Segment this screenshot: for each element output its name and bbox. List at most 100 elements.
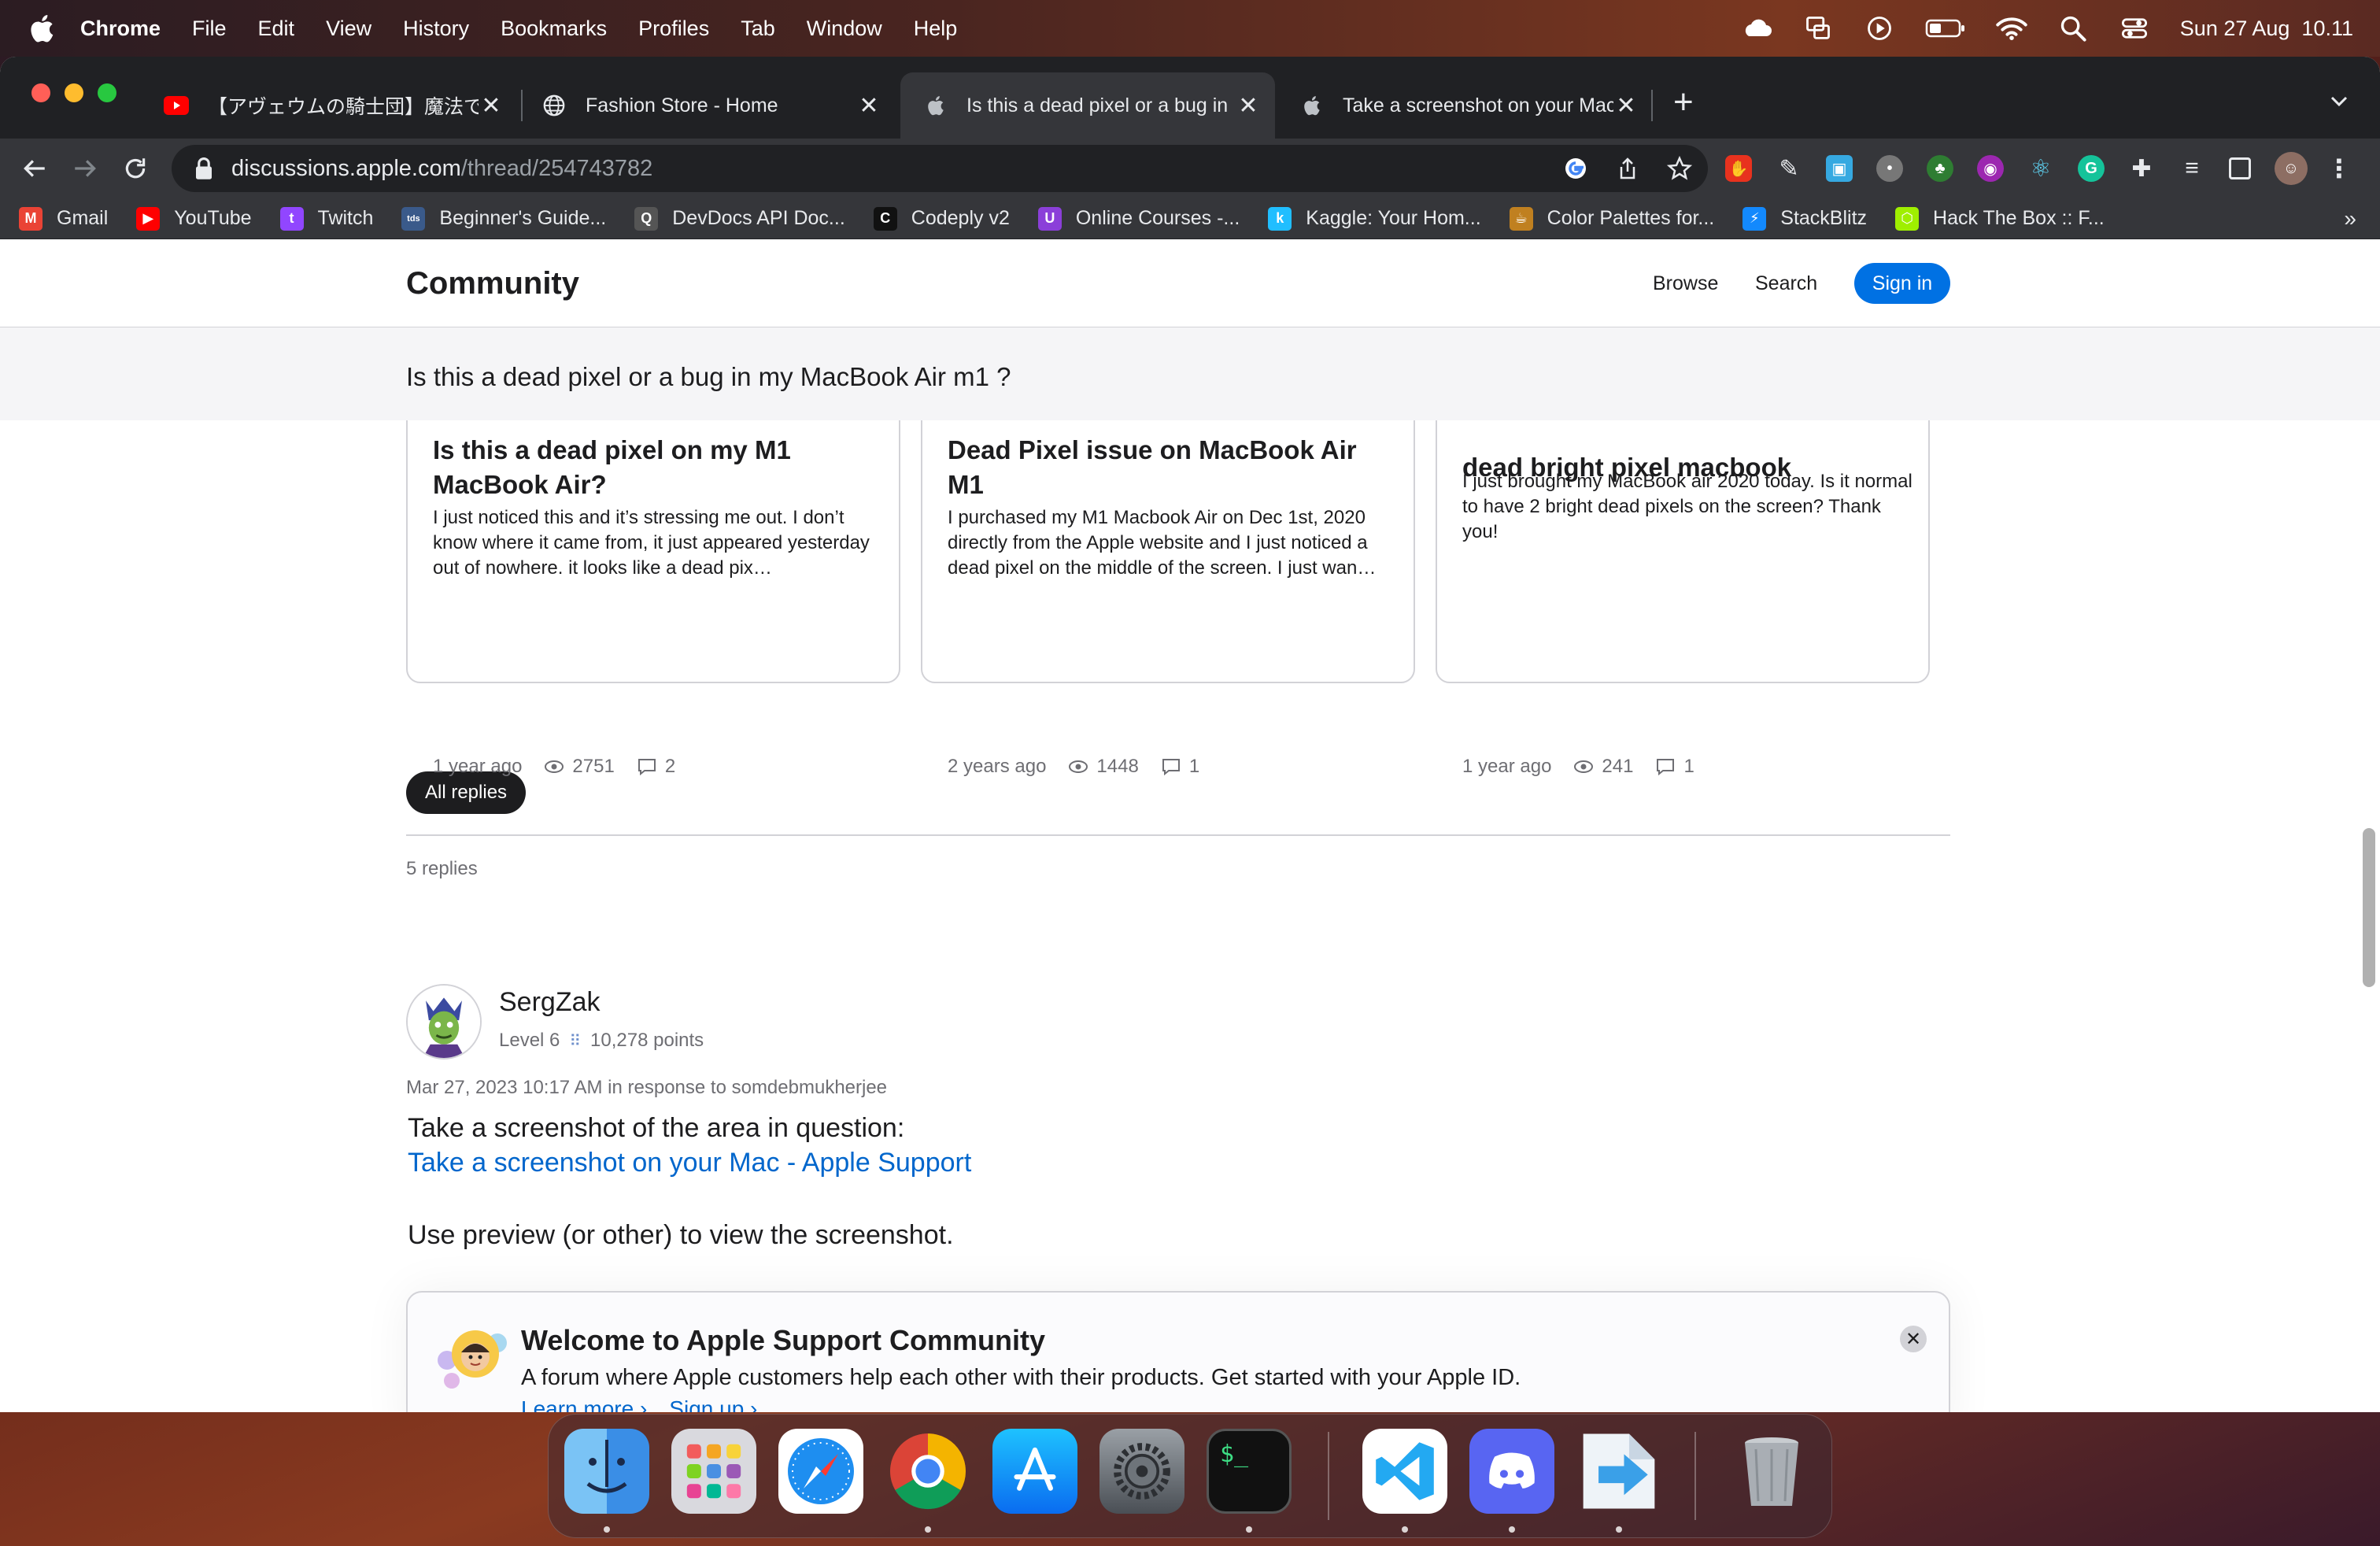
google-lens-icon[interactable]: [1563, 156, 1588, 181]
screenshot-extension-icon[interactable]: ▣: [1826, 155, 1853, 182]
back-icon[interactable]: [17, 151, 52, 186]
close-icon[interactable]: ✕: [1900, 1326, 1927, 1352]
adblock-extension-icon[interactable]: ✋: [1725, 155, 1752, 182]
dock-separator: [1328, 1432, 1329, 1520]
bookmark-star-icon[interactable]: [1667, 156, 1692, 181]
menu-help[interactable]: Help: [914, 17, 958, 41]
launchpad-icon[interactable]: [671, 1429, 756, 1514]
forward-icon[interactable]: [68, 151, 102, 186]
chrome-icon[interactable]: [885, 1429, 970, 1514]
side-panel-icon[interactable]: [2229, 157, 2251, 179]
sign-in-button[interactable]: Sign in: [1854, 263, 1950, 304]
menu-window[interactable]: Window: [807, 17, 882, 41]
thread-title-bar: Is this a dead pixel or a bug in my MacB…: [0, 327, 2380, 420]
extensions-puzzle-icon[interactable]: ✚: [2128, 155, 2155, 182]
more-bookmarks-chevron-icon[interactable]: »: [2344, 206, 2356, 231]
lock-icon[interactable]: [194, 157, 214, 180]
play-status-icon[interactable]: [1864, 14, 1895, 43]
menu-edit[interactable]: Edit: [258, 17, 295, 41]
post-author-name[interactable]: SergZak: [499, 987, 601, 1018]
menu-file[interactable]: File: [192, 17, 227, 41]
bookmark-item[interactable]: ▶ YouTube: [136, 206, 252, 231]
tab-youtube[interactable]: 【アヴェウムの騎士団】魔法で ✕: [142, 72, 518, 139]
system-settings-icon[interactable]: [1099, 1429, 1184, 1514]
tree-extension-icon[interactable]: ♣: [1927, 155, 1953, 182]
menu-profiles[interactable]: Profiles: [638, 17, 709, 41]
control-center-icon[interactable]: [2119, 14, 2150, 43]
wifi-icon[interactable]: [1996, 14, 2027, 43]
finder-icon[interactable]: [564, 1429, 649, 1514]
menu-bookmarks[interactable]: Bookmarks: [501, 17, 607, 41]
safari-icon[interactable]: [778, 1429, 863, 1514]
bookmark-item[interactable]: Q DevDocs API Doc...: [634, 206, 845, 231]
tab-screenshot-support[interactable]: Take a screenshot on your Mac ✕: [1277, 72, 1653, 139]
bookmark-item[interactable]: C Codeply v2: [873, 206, 1010, 231]
menu-app-name[interactable]: Chrome: [80, 17, 161, 41]
url-path: /thread/254743782: [460, 155, 653, 181]
reload-icon[interactable]: [118, 151, 153, 186]
chrome-menu-icon[interactable]: ⋮: [2326, 154, 2352, 183]
support-article-link[interactable]: Take a screenshot on your Mac - Apple Su…: [408, 1148, 971, 1178]
close-window-button[interactable]: [31, 83, 50, 102]
tab-fashion-store[interactable]: Fashion Store - Home ✕: [519, 72, 896, 139]
running-indicator: [604, 1526, 610, 1533]
avatar[interactable]: [406, 984, 482, 1060]
menu-history[interactable]: History: [403, 17, 469, 41]
wave-extension-icon[interactable]: ◉: [1977, 155, 2004, 182]
bookmark-item[interactable]: tds Beginner's Guide...: [401, 206, 606, 231]
bookmark-item[interactable]: ⚡ StackBlitz: [1743, 206, 1867, 231]
page-scrollbar[interactable]: [2363, 828, 2375, 987]
card-age: 2 years ago: [948, 756, 1047, 777]
menu-view[interactable]: View: [326, 17, 371, 41]
bookmark-item[interactable]: U Online Courses -...: [1037, 206, 1240, 231]
tab-search-chevron-icon[interactable]: [2326, 88, 2352, 113]
terminal-prompt-glyph: $_: [1220, 1441, 1249, 1468]
bookmark-item[interactable]: M Gmail: [19, 206, 108, 231]
new-tab-button[interactable]: +: [1673, 85, 1694, 120]
close-tab-icon[interactable]: ✕: [479, 92, 504, 120]
menubar-clock[interactable]: Sun 27 Aug 10.11: [2180, 17, 2353, 41]
apple-menu-icon[interactable]: [27, 13, 55, 44]
menu-tab[interactable]: Tab: [741, 17, 775, 41]
bookmark-item[interactable]: t Twitch: [279, 206, 373, 231]
tab-active-thread[interactable]: Is this a dead pixel or a bug in ✕: [900, 72, 1275, 139]
mouse-extension-icon[interactable]: •: [1876, 155, 1903, 182]
search-link[interactable]: Search: [1755, 272, 1817, 295]
color-picker-extension-icon[interactable]: ✎: [1776, 155, 1802, 182]
menu-bar: Chrome File Edit View History Bookmarks …: [0, 0, 2380, 57]
vscode-icon[interactable]: [1362, 1429, 1447, 1514]
trash-icon[interactable]: [1729, 1429, 1814, 1514]
running-indicator: [1402, 1526, 1408, 1533]
reading-list-icon[interactable]: ≡: [2179, 155, 2205, 182]
close-tab-icon[interactable]: ✕: [1613, 92, 1639, 120]
address-bar[interactable]: discussions.apple.com/thread/254743782: [172, 145, 1708, 192]
migration-icon[interactable]: [1576, 1429, 1661, 1514]
screen-mirror-icon[interactable]: [1802, 14, 1834, 43]
close-tab-icon[interactable]: ✕: [856, 92, 881, 120]
bookmark-item[interactable]: ⬡ Hack The Box :: F...: [1895, 206, 2105, 231]
card-body: I just noticed this and it’s stressing m…: [433, 507, 870, 579]
extensions-row: ✋ ✎ ▣ • ♣ ◉ ⚛ G ✚ ≡ ☺ ⋮: [1725, 146, 2352, 190]
share-icon[interactable]: [1615, 156, 1640, 181]
cloud-icon[interactable]: [1741, 14, 1772, 43]
battery-icon[interactable]: [1925, 14, 1966, 43]
learn-more-link[interactable]: Learn more ›: [521, 1396, 647, 1412]
discord-icon[interactable]: [1469, 1429, 1554, 1514]
community-brand[interactable]: Community: [406, 266, 579, 301]
spotlight-search-icon[interactable]: [2057, 14, 2089, 43]
profile-avatar[interactable]: ☺: [2275, 152, 2308, 185]
zoom-window-button[interactable]: [98, 83, 116, 102]
app-store-icon[interactable]: [992, 1429, 1077, 1514]
sign-up-link[interactable]: Sign up ›: [669, 1396, 757, 1412]
running-indicator: [925, 1526, 931, 1533]
terminal-icon[interactable]: $_: [1207, 1429, 1292, 1514]
minimize-window-button[interactable]: [65, 83, 83, 102]
react-devtools-icon[interactable]: ⚛: [2027, 155, 2054, 182]
browse-link[interactable]: Browse: [1653, 272, 1718, 295]
running-indicator: [1509, 1526, 1515, 1533]
all-replies-filter-button[interactable]: All replies: [406, 771, 527, 814]
bookmark-item[interactable]: k Kaggle: Your Hom...: [1268, 206, 1481, 231]
close-tab-icon[interactable]: ✕: [1236, 92, 1261, 120]
grammarly-icon[interactable]: G: [2078, 155, 2105, 182]
bookmark-item[interactable]: ☕ Color Palettes for...: [1509, 206, 1714, 231]
